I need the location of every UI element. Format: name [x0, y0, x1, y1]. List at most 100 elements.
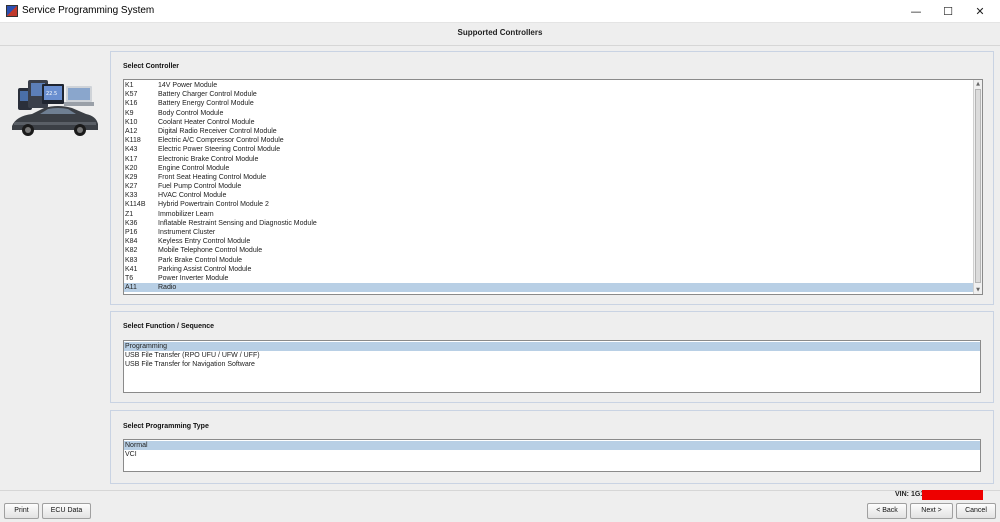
controller-row[interactable]: A11 Radio — [124, 283, 974, 293]
controller-code: K1 — [125, 82, 134, 89]
controller-code: K27 — [125, 183, 138, 191]
controller-name: Inflatable Restraint Sensing and Diagnos… — [158, 219, 317, 227]
controller-code: K41 — [125, 265, 138, 273]
controller-name: Power Inverter Module — [158, 274, 229, 282]
controller-row[interactable]: K83 Park Brake Control Module — [124, 256, 974, 265]
controller-row[interactable]: K17 Electronic Brake Control Module — [124, 155, 974, 164]
controller-row[interactable]: K84 Keyless Entry Control Module — [124, 237, 974, 246]
controller-name: Radio — [158, 284, 177, 292]
controller-row[interactable]: K118 Electric A/C Compressor Control Modu… — [124, 136, 974, 145]
controller-code: K82 — [125, 247, 138, 255]
controller-name: Electronic Brake Control Module — [158, 155, 259, 163]
print-button[interactable]: Print — [4, 503, 39, 519]
function-row[interactable]: Programming — [124, 342, 980, 352]
controller-row[interactable]: A12 Digital Radio Receiver Control Module — [124, 127, 974, 136]
vin-redaction — [922, 490, 983, 500]
function-panel: Select Function / Sequence Programming US… — [110, 311, 994, 403]
controller-code: A12 — [125, 127, 138, 135]
controller-name: Battery Energy Control Module — [158, 100, 254, 108]
controller-code: K17 — [125, 155, 138, 163]
controller-code: K43 — [125, 146, 138, 154]
controller-code: K36 — [125, 219, 138, 227]
function-row[interactable]: USB File Transfer (RPO UFU / UFW / UFF) — [124, 351, 980, 360]
controller-name: Electric Power Steering Control Module — [158, 146, 281, 154]
controller-name: Body Control Module — [158, 109, 224, 117]
controller-name: 14V Power Module — [158, 82, 218, 89]
controller-code: P16 — [125, 229, 138, 236]
controller-name: Electric A/C Compressor Control Module — [158, 137, 284, 145]
cancel-button[interactable]: Cancel — [956, 503, 996, 519]
controller-name: Keyless Entry Control Module — [158, 238, 251, 246]
controller-code: K9 — [125, 109, 134, 117]
car-devices-graphic: 22.5 — [12, 80, 98, 136]
function-panel-title: Select Function / Sequence — [123, 323, 215, 330]
controller-row[interactable]: K1 14V Power Module — [124, 81, 974, 90]
window-title: Service Programming System — [22, 5, 155, 16]
controller-list: K1 14V Power Module K57 Battery Charger Con… — [124, 81, 974, 293]
footer-divider — [0, 490, 1000, 491]
controller-code: K83 — [125, 256, 138, 264]
controller-row[interactable]: K20 Engine Control Module — [124, 164, 974, 173]
function-listbox[interactable]: Programming USB File Transfer (RPO UFU / … — [123, 340, 981, 393]
controller-row[interactable]: K114B Hybrid Powertrain Control Module 2 — [124, 200, 974, 209]
app-icon — [6, 5, 18, 17]
maximize-icon[interactable]: ☐ — [930, 0, 966, 23]
controller-code: Z1 — [125, 210, 134, 218]
next-button[interactable]: Next > — [910, 503, 953, 519]
programming-type-listbox[interactable]: Normal VCI — [123, 439, 981, 472]
controller-code: K29 — [125, 173, 138, 181]
controller-row[interactable]: K29 Front Seat Heating Control Module — [124, 173, 974, 182]
device-screen-text: 22.5 — [46, 91, 57, 97]
controller-name: Battery Charger Control Module — [158, 91, 257, 99]
controller-name: Digital Radio Receiver Control Module — [158, 127, 277, 135]
controller-listbox[interactable]: K1 14V Power Module K57 Battery Charger Con… — [123, 79, 983, 295]
scroll-thumb[interactable] — [975, 89, 981, 283]
controller-row[interactable]: K9 Body Control Module — [124, 109, 974, 118]
controller-row[interactable]: K10 Coolant Heater Control Module — [124, 118, 974, 127]
controller-row[interactable]: P16 Instrument Cluster — [124, 228, 974, 237]
controller-row[interactable]: K82 Mobile Telephone Control Module — [124, 246, 974, 255]
controller-code: K20 — [125, 164, 138, 172]
controller-name: Front Seat Heating Control Module — [158, 173, 267, 181]
controller-row[interactable]: K57 Battery Charger Control Module — [124, 90, 974, 99]
programming-type-panel: Select Programming Type Normal VCI — [110, 410, 994, 484]
back-button[interactable]: < Back — [867, 503, 907, 519]
close-icon[interactable]: ✕ — [962, 0, 998, 23]
programming-type-row[interactable]: VCI — [124, 450, 980, 459]
controller-code: K84 — [125, 238, 138, 246]
controller-code: K118 — [125, 137, 141, 145]
controller-row[interactable]: T6 Power Inverter Module — [124, 274, 974, 283]
programming-type-row[interactable]: Normal — [124, 441, 980, 451]
controller-code: K114B — [125, 201, 146, 209]
page-title: Supported Controllers — [457, 28, 543, 37]
controller-row[interactable]: K33 HVAC Control Module — [124, 191, 974, 200]
controller-row[interactable]: Z1 Immobilizer Learn — [124, 210, 974, 219]
controller-panel-title: Select Controller — [123, 63, 180, 70]
controller-row[interactable]: K27 Fuel Pump Control Module — [124, 182, 974, 191]
function-list: Programming USB File Transfer (RPO UFU / … — [124, 342, 980, 370]
controller-name: Park Brake Control Module — [158, 256, 243, 264]
controller-row[interactable]: K16 Battery Energy Control Module — [124, 99, 974, 108]
programming-type-list: Normal VCI — [124, 441, 980, 459]
controller-scrollbar[interactable]: ▲ ▼ — [973, 80, 982, 294]
controller-code: K33 — [125, 192, 138, 200]
title-bar: Service Programming System — ☐ ✕ — [0, 0, 1000, 23]
controller-name: Instrument Cluster — [158, 229, 216, 236]
controller-code: K16 — [125, 100, 138, 108]
controller-row[interactable]: K43 Electric Power Steering Control Modul… — [124, 145, 974, 154]
controller-row[interactable]: K36 Inflatable Restraint Sensing and Diag… — [124, 219, 974, 228]
scroll-up-icon[interactable]: ▲ — [974, 80, 982, 88]
controller-name: Engine Control Module — [158, 164, 230, 172]
controller-panel: Select Controller K1 14V Power Module K57 B… — [110, 51, 994, 305]
controller-name: Immobilizer Learn — [158, 210, 214, 218]
controller-row[interactable]: K41 Parking Assist Control Module — [124, 265, 974, 274]
programming-type-panel-title: Select Programming Type — [123, 423, 209, 430]
controller-name: Coolant Heater Control Module — [158, 118, 255, 126]
minimize-icon[interactable]: — — [898, 0, 934, 23]
function-row[interactable]: USB File Transfer for Navigation Softwar… — [124, 360, 980, 369]
controller-name: Mobile Telephone Control Module — [158, 247, 263, 255]
vin-label: VIN: 1G1 — [895, 491, 925, 498]
controller-code: K10 — [125, 118, 138, 126]
ecu-data-button[interactable]: ECU Data — [42, 503, 91, 519]
scroll-down-icon[interactable]: ▼ — [974, 286, 982, 294]
